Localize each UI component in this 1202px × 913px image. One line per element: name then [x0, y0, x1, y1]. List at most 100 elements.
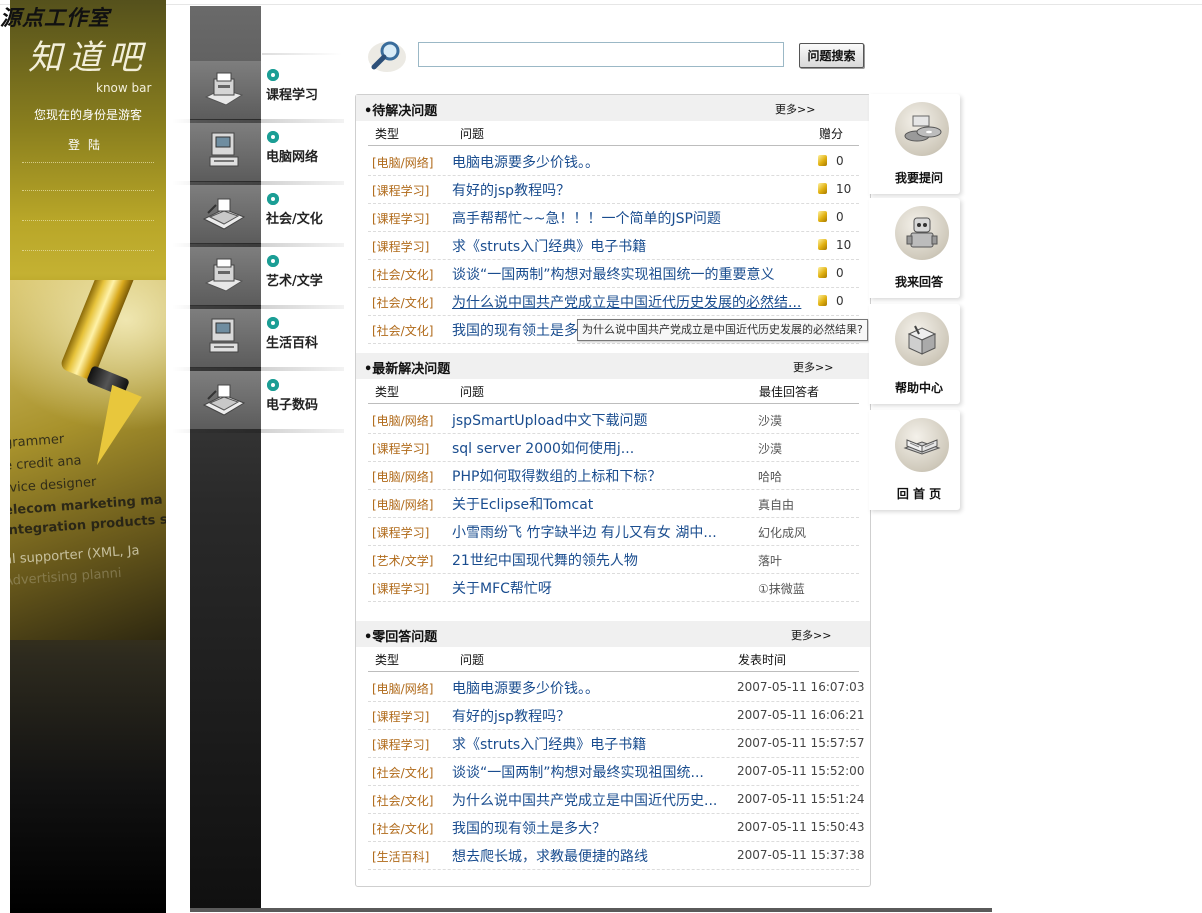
category-item-art[interactable]: 艺术/文学 — [172, 247, 344, 309]
section-title: •零回答问题 — [364, 630, 438, 645]
category-label: 社会/文化 — [266, 212, 323, 227]
category-link[interactable]: [电脑/网络] — [372, 154, 433, 171]
table-row: [艺术/文学] 21世纪中国现代舞的领先人物 落叶 — [368, 545, 859, 574]
best-answerer: 哈哈 — [758, 470, 783, 484]
category-item-life[interactable]: 生活百科 — [172, 309, 344, 371]
column-header: 类型 — [375, 127, 400, 141]
more-link[interactable]: 更多>> — [791, 627, 831, 643]
category-link[interactable]: [电脑/网络] — [372, 468, 433, 485]
category-link[interactable]: [课程学习] — [372, 580, 429, 597]
question-link[interactable]: 高手帮帮忙~~急！！！一个简单的JSP问题 — [452, 208, 721, 228]
category-link[interactable]: [生活百科] — [372, 848, 429, 865]
answer-question-link[interactable]: 我来回答 — [869, 198, 960, 298]
question-link[interactable]: 21世纪中国现代舞的领先人物 — [452, 550, 638, 570]
studio-watermark: 源点工作室 — [0, 5, 110, 30]
question-link[interactable]: 关于Eclipse和Tomcat — [452, 494, 593, 514]
category-link[interactable]: [课程学习] — [372, 524, 429, 541]
table-row: [社会/文化] 谈谈“一国两制”构想对最终实现祖国统一的重要意义 0 — [368, 259, 859, 288]
question-link[interactable]: jspSmartUpload中文下载问题 — [452, 410, 647, 430]
category-link[interactable]: [社会/文化] — [372, 266, 433, 283]
question-link[interactable]: 关于MFC帮忙呀 — [452, 578, 552, 598]
bullet-icon — [267, 255, 279, 267]
question-link[interactable]: 有好的jsp教程吗？ — [452, 706, 570, 726]
category-link[interactable]: [电脑/网络] — [372, 680, 433, 697]
paper-text-line: e credit ana — [10, 453, 83, 474]
category-item-digital[interactable]: 电子数码 — [172, 371, 344, 433]
category-link[interactable]: [课程学习] — [372, 182, 429, 199]
search-input[interactable] — [418, 42, 784, 67]
category-link[interactable]: [课程学习] — [372, 708, 429, 725]
question-link[interactable]: sql server 2000如何使用j... — [452, 438, 634, 458]
top-rule — [0, 4, 1202, 5]
category-link[interactable]: [电脑/网络] — [372, 412, 433, 429]
table-row: [电脑/网络] PHP如何取得数组的上标和下标？ 哈哈 — [368, 461, 859, 490]
question-link-hovered[interactable]: 为什么说中国共产党成立是中国近代历史发展的必然结... — [452, 292, 801, 312]
more-link[interactable]: 更多>> — [775, 101, 815, 117]
help-center-link[interactable]: 帮助中心 — [869, 304, 960, 404]
reward-value: 0 — [836, 266, 844, 280]
hover-tooltip: 为什么说中国共产党成立是中国近代历史发展的必然结果? — [577, 319, 868, 341]
category-link[interactable]: [艺术/文学] — [372, 552, 433, 569]
magnifier-icon — [368, 41, 406, 72]
table-row: [课程学习] 求《struts入门经典》电子书籍 2007-05-11 15:5… — [368, 729, 864, 758]
category-link[interactable]: [电脑/网络] — [372, 496, 433, 513]
table-row: [课程学习] 小雪雨纷飞 竹字缺半边 有儿又有女 湖中... 幻化成风 — [368, 517, 859, 546]
category-link[interactable]: [社会/文化] — [372, 294, 433, 311]
category-link[interactable]: [课程学习] — [372, 736, 429, 753]
category-link[interactable]: [社会/文化] — [372, 820, 433, 837]
robot-icon — [906, 217, 938, 248]
question-link[interactable]: 小雪雨纷飞 竹字缺半边 有儿又有女 湖中... — [452, 522, 717, 542]
ask-question-link[interactable]: 我要提问 — [869, 94, 960, 194]
reward-value: 10 — [836, 238, 852, 252]
category-link[interactable]: [社会/文化] — [372, 792, 433, 809]
best-answerer: 沙漠 — [758, 414, 783, 428]
category-item-network[interactable]: 电脑网络 — [172, 123, 344, 185]
table-row: [社会/文化] 为什么说中国共产党成立是中国近代历史... 2007-05-11… — [368, 785, 864, 814]
question-link[interactable]: 想去爬长城，求教最便捷的路线 — [452, 846, 648, 866]
category-link[interactable]: [社会/文化] — [372, 764, 433, 781]
book-icon — [903, 439, 941, 455]
quick-link-label: 我来回答 — [894, 275, 943, 289]
question-link[interactable]: 求《struts入门经典》电子书籍 — [452, 236, 646, 256]
question-link[interactable]: PHP如何取得数组的上标和下标？ — [452, 466, 661, 486]
reward-value: 10 — [836, 182, 852, 196]
category-link[interactable]: [社会/文化] — [372, 322, 433, 339]
question-link[interactable]: 有好的jsp教程吗？ — [452, 180, 570, 200]
question-link[interactable]: 我国的现有领土是多 — [452, 320, 578, 340]
quick-link-label: 回 首 页 — [896, 487, 942, 501]
login-link[interactable]: 登陆 — [10, 136, 166, 153]
table-row: [电脑/网络] 电脑电源要多少价钱。。 2007-05-11 16:07:03 — [368, 673, 864, 702]
category-link[interactable]: [课程学习] — [372, 440, 429, 457]
question-link[interactable]: 电脑电源要多少价钱。。 — [452, 152, 599, 172]
computer-icon — [209, 318, 239, 353]
best-answerer: ①抹微蓝 — [758, 582, 805, 596]
bottom-bar — [190, 908, 992, 912]
question-link[interactable]: 我国的现有领土是多大？ — [452, 818, 606, 838]
table-row: [课程学习] 求《struts入门经典》电子书籍 10 — [368, 231, 859, 260]
table-row: [课程学习] 关于MFC帮忙呀 ①抹微蓝 — [368, 573, 859, 602]
question-link[interactable]: 求《struts入门经典》电子书籍 — [452, 734, 646, 754]
bullet-icon — [267, 317, 279, 329]
question-link[interactable]: 电脑电源要多少价钱。。 — [452, 678, 599, 698]
question-link[interactable]: 谈谈“一国两制”构想对最终实现祖国统... — [452, 762, 704, 782]
questions-panel: •待解决问题 更多>> 类型 问题 赠分 [电脑/网络] 电脑电源要多少价钱。。… — [355, 94, 871, 887]
reward-value: 0 — [836, 210, 844, 224]
coin-icon — [818, 239, 827, 250]
question-link[interactable]: 为什么说中国共产党成立是中国近代历史... — [452, 790, 717, 810]
home-link[interactable]: 回 首 页 — [869, 410, 960, 510]
paper-text-line: grammer — [10, 431, 65, 452]
table-row: [课程学习] 有好的jsp教程吗？ 2007-05-11 16:06:21 — [368, 701, 864, 730]
category-item-society[interactable]: 社会/文化 — [172, 185, 344, 247]
post-time: 2007-05-11 15:51:24 — [737, 792, 865, 806]
category-link[interactable]: [课程学习] — [372, 210, 429, 227]
post-time: 2007-05-11 16:07:03 — [737, 680, 865, 694]
search-button[interactable]: 问题搜索 — [799, 43, 864, 68]
quick-link-label: 我要提问 — [894, 171, 943, 185]
more-link[interactable]: 更多>> — [793, 359, 833, 375]
category-item-course[interactable]: 课程学习 — [172, 53, 344, 123]
table-row: [课程学习] 有好的jsp教程吗？ 10 — [368, 175, 859, 204]
category-link[interactable]: [课程学习] — [372, 238, 429, 255]
question-link[interactable]: 谈谈“一国两制”构想对最终实现祖国统一的重要意义 — [452, 264, 775, 284]
column-header: 问题 — [460, 385, 485, 399]
section-title: •最新解决问题 — [364, 362, 451, 377]
